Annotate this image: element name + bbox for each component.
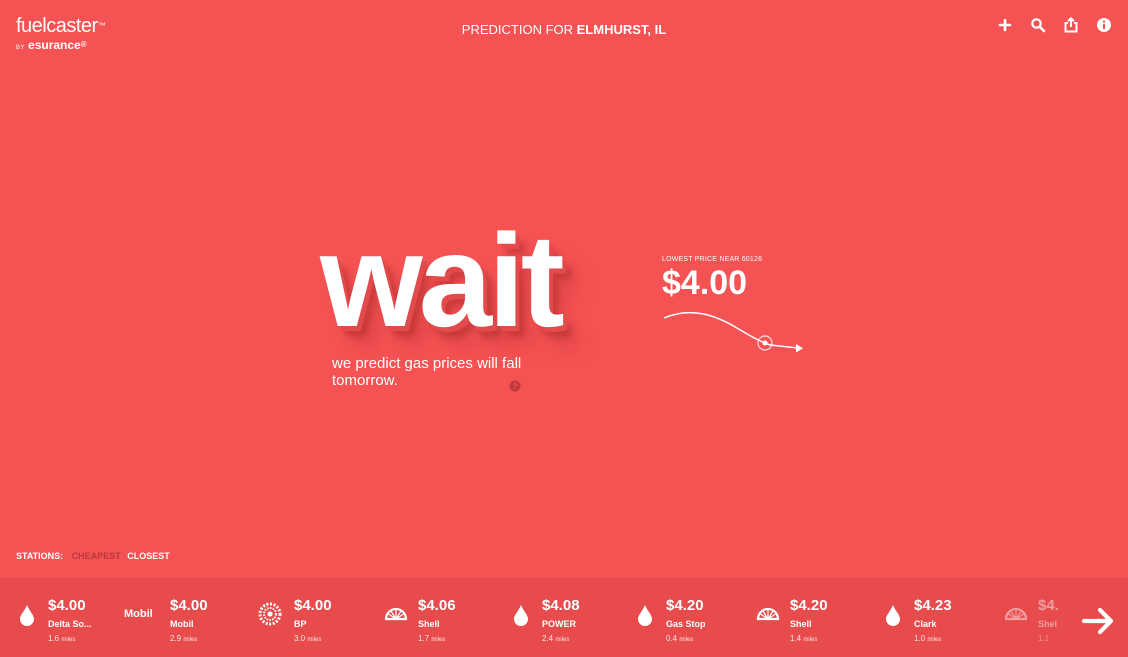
station-name: Delta So...: [48, 619, 92, 629]
prediction-word: wait: [320, 207, 565, 354]
plus-icon[interactable]: [997, 17, 1013, 33]
station-name: Gas Stop: [666, 619, 706, 629]
station-price: $4.06: [418, 597, 456, 614]
station-name: Shell: [418, 619, 440, 629]
brand-by: BY: [16, 45, 26, 51]
station-distance: 2.9 miles: [170, 634, 198, 643]
drop-icon: [514, 605, 528, 626]
station-name: Shell: [790, 619, 812, 629]
drop-icon: [20, 605, 34, 626]
station-name: POWER: [542, 619, 577, 629]
share-icon[interactable]: [1063, 17, 1079, 33]
lowest-price-value: $4.00: [662, 264, 748, 302]
price-trend-graphic: [663, 311, 803, 353]
shell-logo: [384, 607, 408, 621]
page-title: PREDICTION FOR ELMHURST, IL: [0, 22, 1128, 37]
station-name: BP: [294, 619, 307, 629]
station-distance: 2.4 miles: [542, 634, 570, 643]
header-actions: [980, 17, 1112, 33]
title-location: ELMHURST, IL: [576, 22, 667, 37]
station-distance: 1.6 miles: [48, 634, 76, 643]
lowest-price-label: LOWEST PRICE NEAR 60126: [662, 256, 763, 263]
prediction-tagline: we predict gas prices will fall tomorrow…: [332, 355, 522, 389]
station-distance: 1.1: [1038, 634, 1050, 643]
search-icon[interactable]: [1030, 17, 1046, 33]
drop-icon: [886, 605, 900, 626]
svg-text:?: ?: [513, 382, 518, 391]
filter-closest[interactable]: CLOSEST: [127, 551, 170, 561]
station-price: $4.: [1038, 597, 1059, 614]
station-name: Clark: [914, 619, 937, 629]
station-distance: 1.0 miles: [914, 634, 942, 643]
stations-bar: $4.00 Delta So... 1.6 miles Mobil $4.00 …: [0, 578, 1128, 657]
filter-cheapest[interactable]: CHEAPEST: [72, 551, 121, 561]
station-distance: 1.7 miles: [418, 634, 446, 643]
station-price: $4.23: [914, 597, 952, 614]
lowest-price-block: LOWEST PRICE NEAR 60126 $4.00: [662, 256, 762, 300]
shell-logo: [756, 607, 780, 621]
station-filter: STATIONS: CHEAPEST CLOSEST: [16, 551, 174, 561]
station-name: Mobil: [170, 619, 194, 629]
station-price: $4.08: [542, 597, 580, 614]
title-prefix: PREDICTION FOR: [461, 22, 574, 37]
station-distance: 0.4 miles: [666, 634, 694, 643]
station-name: Shel: [1038, 619, 1058, 629]
filter-label: STATIONS:: [16, 551, 64, 561]
help-icon[interactable]: ?: [509, 380, 521, 392]
station-distance: 3.0 miles: [294, 634, 322, 643]
station-price: $4.00: [294, 597, 332, 614]
bp-logo: [258, 602, 282, 626]
mobil-logo: Mobil: [124, 608, 153, 620]
fuelcaster-app: fuelcaster™ BY esurance® PREDICTION FOR E…: [0, 0, 1128, 657]
drop-icon: [638, 605, 652, 626]
info-icon[interactable]: [1096, 17, 1112, 33]
brand-company: esurance: [28, 38, 81, 52]
shell-logo: [1004, 607, 1028, 621]
station-price: $4.00: [48, 597, 86, 614]
station-price: $4.20: [666, 597, 704, 614]
station-distance: 1.4 miles: [790, 634, 818, 643]
station-price: $4.20: [790, 597, 828, 614]
next-arrow-icon[interactable]: [1080, 603, 1116, 639]
station-price: $4.00: [170, 597, 208, 614]
